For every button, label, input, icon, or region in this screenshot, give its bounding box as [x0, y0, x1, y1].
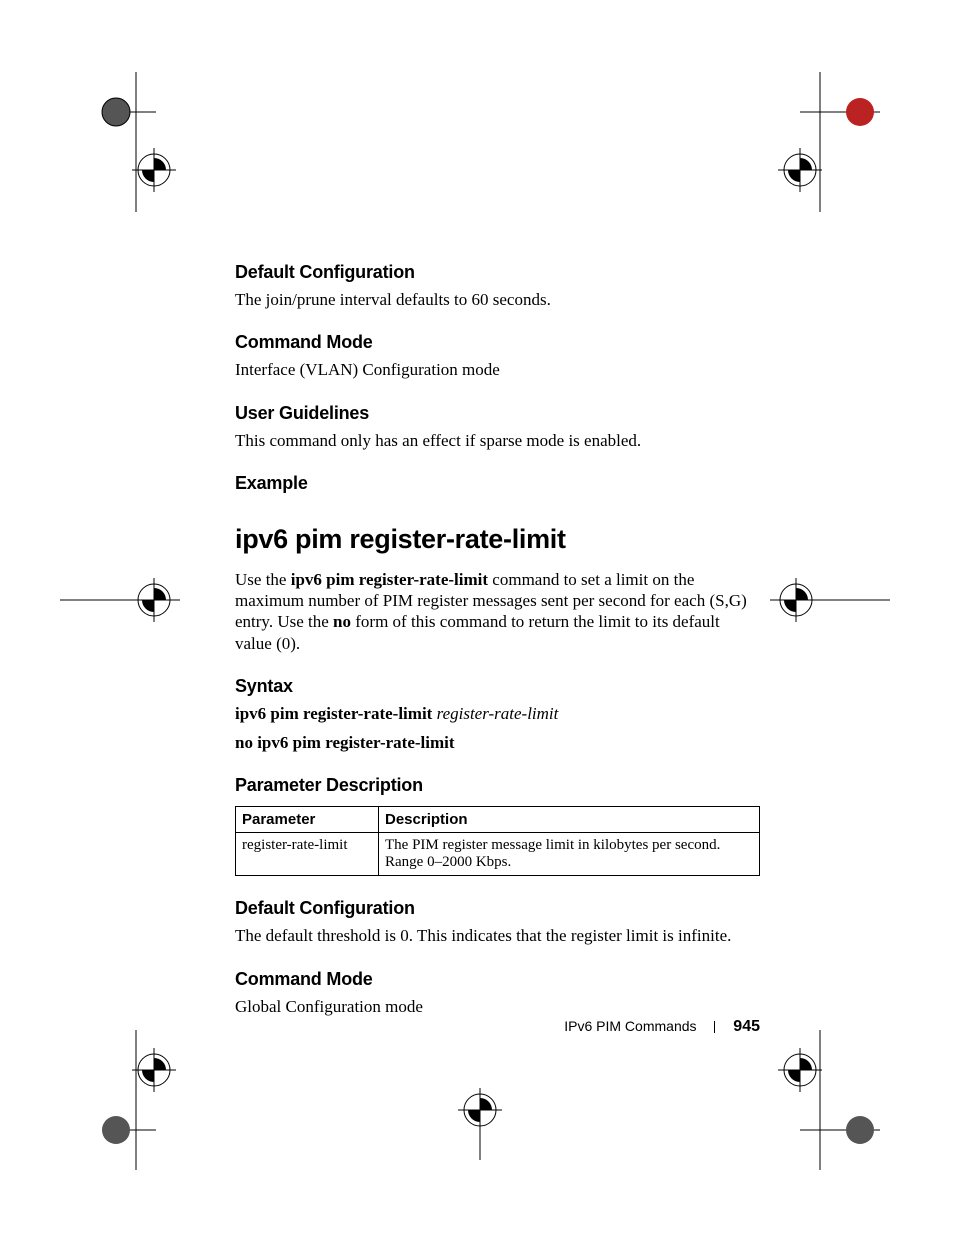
page-footer: IPv6 PIM Commands 945	[235, 1018, 760, 1036]
syntax-line: no ipv6 pim register-rate-limit	[235, 732, 760, 753]
crop-mark-icon	[740, 72, 880, 212]
table-row: register-rate-limit The PIM register mes…	[236, 833, 760, 876]
heading-default-configuration: Default Configuration	[235, 262, 760, 283]
heading-command-mode: Command Mode	[235, 969, 760, 990]
text-fragment: Use the	[235, 570, 291, 589]
syntax-bold: ipv6 pim register-rate-limit	[235, 704, 437, 723]
text-command-mode: Global Configuration mode	[235, 996, 760, 1017]
page-content: Default Configuration The join/prune int…	[235, 262, 760, 1039]
table-cell-parameter: register-rate-limit	[236, 833, 379, 876]
text-fragment-bold: no	[333, 612, 351, 631]
parameter-table: Parameter Description register-rate-limi…	[235, 806, 760, 876]
table-header-description: Description	[379, 807, 760, 833]
crop-mark-icon	[76, 1030, 196, 1170]
heading-syntax: Syntax	[235, 676, 760, 697]
footer-section: IPv6 PIM Commands	[564, 1018, 696, 1034]
text-fragment-bold: ipv6 pim register-rate-limit	[291, 570, 488, 589]
heading-command-mode: Command Mode	[235, 332, 760, 353]
heading-parameter-description: Parameter Description	[235, 775, 760, 796]
crop-mark-icon	[76, 72, 196, 212]
text-command-mode: Interface (VLAN) Configuration mode	[235, 359, 760, 380]
crop-mark-icon	[430, 1060, 530, 1160]
crop-mark-icon	[740, 1030, 880, 1170]
table-header-parameter: Parameter	[236, 807, 379, 833]
crop-mark-icon	[60, 540, 180, 660]
command-title: ipv6 pim register-rate-limit	[235, 524, 760, 555]
footer-separator-icon	[714, 1021, 715, 1033]
heading-user-guidelines: User Guidelines	[235, 403, 760, 424]
text-default-configuration: The default threshold is 0. This indicat…	[235, 925, 760, 946]
syntax-line: ipv6 pim register-rate-limit register-ra…	[235, 703, 760, 724]
table-cell-description: The PIM register message limit in kiloby…	[379, 833, 760, 876]
crop-mark-icon	[770, 540, 890, 660]
heading-default-configuration: Default Configuration	[235, 898, 760, 919]
table-header-row: Parameter Description	[236, 807, 760, 833]
syntax-italic: register-rate-limit	[437, 704, 559, 723]
command-intro: Use the ipv6 pim register-rate-limit com…	[235, 569, 760, 654]
heading-example: Example	[235, 473, 760, 494]
text-default-configuration: The join/prune interval defaults to 60 s…	[235, 289, 760, 310]
text-user-guidelines: This command only has an effect if spars…	[235, 430, 760, 451]
syntax-bold: no ipv6 pim register-rate-limit	[235, 733, 455, 752]
